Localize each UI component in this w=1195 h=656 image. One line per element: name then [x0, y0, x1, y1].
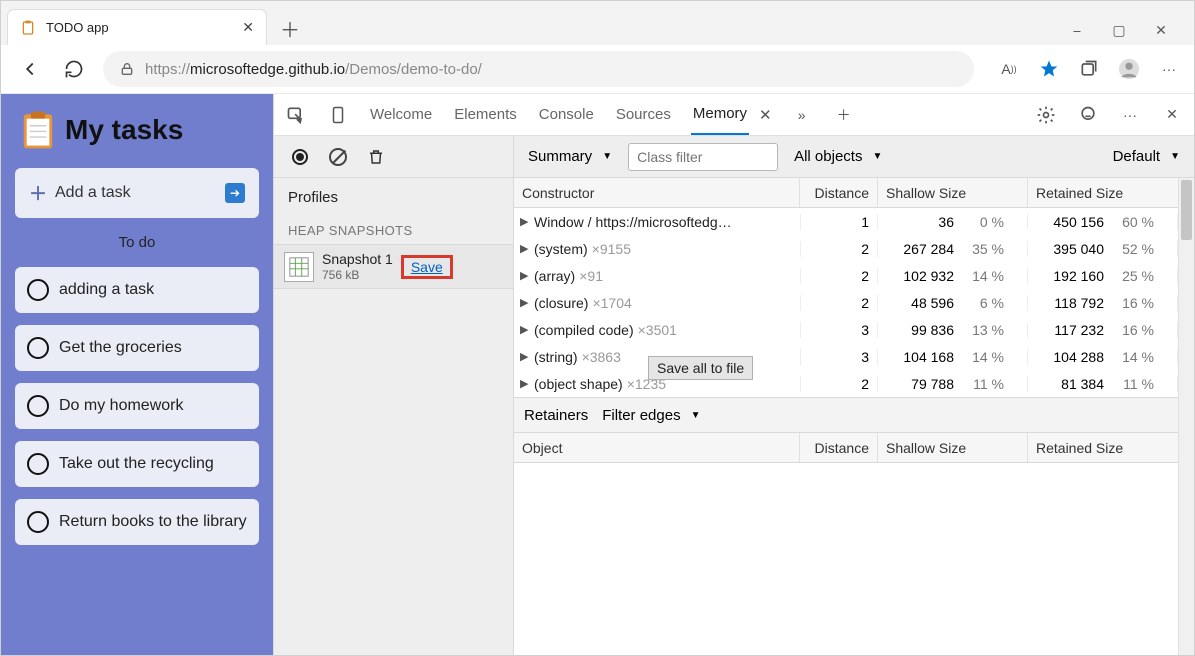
- col-retained[interactable]: Retained Size: [1028, 178, 1178, 207]
- save-button[interactable]: Save: [407, 257, 447, 277]
- clear-button[interactable]: [326, 145, 350, 169]
- col-retained[interactable]: Retained Size: [1028, 433, 1178, 462]
- close-window-icon[interactable]: ✕: [1152, 21, 1170, 39]
- arrow-icon: ➔: [225, 183, 245, 203]
- circle-icon[interactable]: [27, 453, 49, 475]
- spreadsheet-icon: [284, 252, 314, 282]
- task-item[interactable]: Return books to the library: [15, 499, 259, 545]
- tab-console[interactable]: Console: [537, 106, 596, 123]
- profiles-sidebar: Profiles HEAP SNAPSHOTS Snapshot 1 756 k…: [274, 136, 514, 655]
- scrollbar-thumb[interactable]: [1181, 180, 1192, 240]
- tab-sources[interactable]: Sources: [614, 106, 673, 123]
- add-tab-icon[interactable]: ＋: [832, 103, 856, 127]
- table-row[interactable]: ▶(object shape) ×1235279 78811 %81 38411…: [514, 370, 1178, 397]
- add-task-label: Add a task: [55, 184, 131, 202]
- task-item[interactable]: Get the groceries: [15, 325, 259, 371]
- col-shallow[interactable]: Shallow Size: [878, 433, 1028, 462]
- close-devtools-icon[interactable]: ✕: [1160, 103, 1184, 127]
- maximize-icon[interactable]: ▢: [1110, 21, 1128, 39]
- tab-strip: TODO app ✕ ＋ ⎯ ▢ ✕: [1, 1, 1194, 45]
- close-icon[interactable]: ✕: [242, 19, 254, 36]
- tab-welcome[interactable]: Welcome: [368, 106, 434, 123]
- col-distance[interactable]: Distance: [800, 178, 878, 207]
- profiles-label: Profiles: [274, 178, 513, 217]
- table-row[interactable]: ▶(string) ×38633104 16814 %104 28814 %: [514, 343, 1178, 370]
- retainers-toolbar: Retainers Filter edges: [514, 397, 1178, 433]
- more-icon[interactable]: ···: [1158, 58, 1180, 80]
- save-button-highlight: Save: [401, 255, 453, 279]
- device-icon[interactable]: [326, 103, 350, 127]
- inspect-icon[interactable]: [284, 103, 308, 127]
- lock-icon: [119, 61, 135, 77]
- url-text: https://microsoftedge.github.io/Demos/de…: [145, 61, 482, 78]
- heap-table-header: Constructor Distance Shallow Size Retain…: [514, 178, 1178, 208]
- circle-icon[interactable]: [27, 511, 49, 533]
- default-dropdown[interactable]: Default: [1107, 148, 1186, 165]
- feedback-icon[interactable]: [1076, 103, 1100, 127]
- task-item[interactable]: Take out the recycling: [15, 441, 259, 487]
- devtools-tabs: Welcome Elements Console Sources Memory …: [274, 94, 1194, 136]
- circle-icon[interactable]: [27, 337, 49, 359]
- retainers-empty: [514, 463, 1178, 655]
- task-item[interactable]: adding a task: [15, 267, 259, 313]
- circle-icon[interactable]: [27, 279, 49, 301]
- add-task-button[interactable]: ＋ Add a task ➔: [15, 168, 259, 218]
- url-field[interactable]: https://microsoftedge.github.io/Demos/de…: [103, 51, 974, 87]
- gear-icon[interactable]: [1034, 103, 1058, 127]
- tooltip: Save all to file: [648, 356, 753, 380]
- snapshot-size: 756 kB: [322, 268, 393, 282]
- devtools-panel: Welcome Elements Console Sources Memory …: [273, 94, 1194, 655]
- memory-pane: Summary All objects Default Constructor …: [514, 136, 1194, 655]
- todo-app: My tasks ＋ Add a task ➔ To do adding a t…: [1, 94, 273, 655]
- col-shallow[interactable]: Shallow Size: [878, 178, 1028, 207]
- col-constructor[interactable]: Constructor: [514, 178, 800, 207]
- tab-elements[interactable]: Elements: [452, 106, 519, 123]
- browser-tab[interactable]: TODO app ✕: [7, 9, 267, 45]
- table-row[interactable]: ▶(closure) ×1704248 5966 %118 79216 %: [514, 289, 1178, 316]
- all-objects-dropdown[interactable]: All objects: [788, 148, 888, 165]
- clipboard-icon: [20, 20, 36, 36]
- app-title: My tasks: [65, 114, 183, 146]
- summary-dropdown[interactable]: Summary: [522, 148, 618, 165]
- circle-icon[interactable]: [27, 395, 49, 417]
- delete-button[interactable]: [364, 145, 388, 169]
- address-bar: https://microsoftedge.github.io/Demos/de…: [1, 45, 1194, 94]
- more-icon[interactable]: ···: [1118, 103, 1142, 127]
- plus-icon: ＋: [29, 180, 47, 206]
- read-aloud-icon[interactable]: A)): [998, 58, 1020, 80]
- section-label: To do: [15, 230, 259, 255]
- favorite-icon[interactable]: [1038, 58, 1060, 80]
- retainers-label[interactable]: Retainers: [524, 407, 588, 424]
- heap-table-rows: ▶Window / https://microsoftedg… 1360 %45…: [514, 208, 1178, 397]
- table-row[interactable]: ▶(array) ×912102 93214 %192 16025 %: [514, 262, 1178, 289]
- col-distance[interactable]: Distance: [800, 433, 878, 462]
- task-item[interactable]: Do my homework: [15, 383, 259, 429]
- refresh-button[interactable]: [59, 54, 89, 84]
- filter-edges-dropdown[interactable]: Filter edges: [602, 407, 700, 424]
- retainers-header: Object Distance Shallow Size Retained Si…: [514, 433, 1178, 463]
- snapshot-item[interactable]: Snapshot 1 756 kB Save: [274, 244, 513, 289]
- table-row[interactable]: ▶Window / https://microsoftedg… 1360 %45…: [514, 208, 1178, 235]
- table-row[interactable]: ▶(system) ×91552267 28435 %395 04052 %: [514, 235, 1178, 262]
- back-button[interactable]: [15, 54, 45, 84]
- snapshot-name: Snapshot 1: [322, 251, 393, 268]
- profile-icon[interactable]: [1118, 58, 1140, 80]
- class-filter-input[interactable]: [628, 143, 778, 171]
- heap-snapshots-label: HEAP SNAPSHOTS: [274, 217, 513, 244]
- tab-memory[interactable]: Memory: [691, 94, 749, 135]
- minimize-icon[interactable]: ⎯: [1068, 21, 1086, 39]
- clipboard-icon: [21, 110, 55, 150]
- collections-icon[interactable]: [1078, 58, 1100, 80]
- col-object[interactable]: Object: [514, 433, 800, 462]
- close-tab-icon[interactable]: ✕: [759, 106, 772, 124]
- new-tab-button[interactable]: ＋: [273, 11, 307, 45]
- overflow-icon[interactable]: »: [790, 103, 814, 127]
- table-row[interactable]: ▶(compiled code) ×3501399 83613 %117 232…: [514, 316, 1178, 343]
- scrollbar[interactable]: [1178, 178, 1194, 655]
- record-button[interactable]: [288, 145, 312, 169]
- tab-title: TODO app: [46, 20, 232, 35]
